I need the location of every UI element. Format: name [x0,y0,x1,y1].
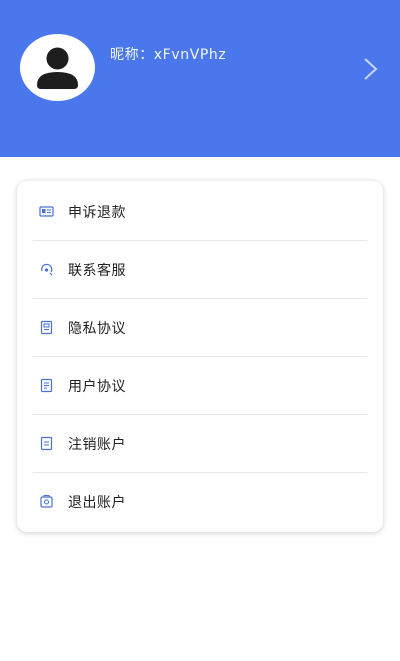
menu-item-appeal-refund[interactable]: 申诉退款 [17,183,367,241]
agreement-document-icon [39,378,54,393]
logout-icon [39,494,54,509]
privacy-document-icon [39,320,54,335]
id-card-icon [39,204,54,219]
menu-item-label: 申诉退款 [68,205,126,221]
menu-item-label: 注销账户 [68,437,126,453]
menu-item-label: 退出账户 [68,495,126,511]
menu-item-contact-service[interactable]: 联系客服 [17,241,367,299]
menu-item-cancel-account[interactable]: 注销账户 [17,415,367,473]
nickname-label: 昵称：xFvnVPhz [110,47,227,63]
menu-item-label: 隐私协议 [68,321,126,337]
customer-service-icon [39,262,54,277]
avatar[interactable] [20,34,95,101]
menu-item-logout[interactable]: 退出账户 [17,473,367,531]
menu-item-privacy-policy[interactable]: 隐私协议 [17,299,367,357]
user-avatar-icon [37,47,78,89]
cancel-account-icon [39,436,54,451]
menu-item-label: 用户协议 [68,379,126,395]
menu-item-user-agreement[interactable]: 用户协议 [17,357,367,415]
chevron-right-icon[interactable] [360,56,382,82]
profile-header[interactable]: 昵称：xFvnVPhz [0,0,400,157]
menu-item-label: 联系客服 [68,263,126,279]
